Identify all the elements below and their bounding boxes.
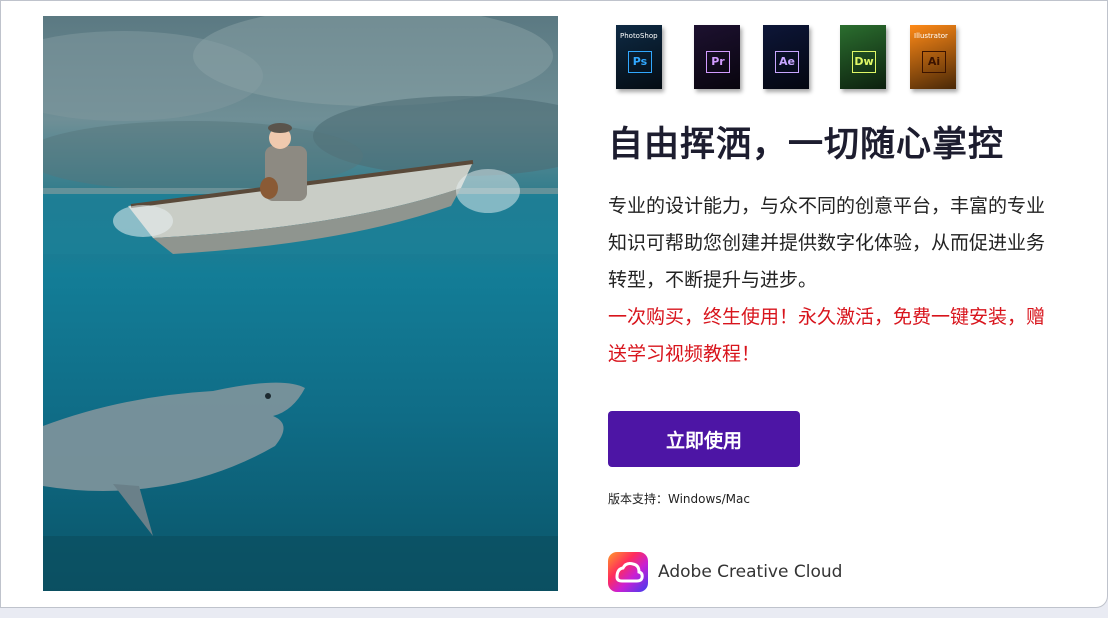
photoshop-box: PhotoShop Ps: [616, 25, 662, 89]
description-text: 专业的设计能力，与众不同的创意平台，丰富的专业知识可帮助您创建并提供数字化体验，…: [608, 195, 1046, 291]
premiere-logo-icon: Pr: [706, 51, 730, 73]
creative-cloud-icon: [608, 552, 648, 592]
illustrator-logo-icon: Ai: [922, 51, 946, 73]
dreamweaver-box: Dw: [840, 25, 886, 89]
hero-illustration: [43, 16, 558, 591]
hero-image: [43, 16, 558, 591]
after-effects-logo-icon: Ae: [775, 51, 799, 73]
brand-label: Adobe Creative Cloud: [658, 562, 843, 582]
product-caption: Illustrator: [914, 32, 948, 40]
illustrator-box: Illustrator Ai: [910, 25, 956, 89]
product-caption: PhotoShop: [620, 32, 658, 40]
promo-text: 一次购买，终生使用！永久激活，免费一键安装，赠送学习视频教程！: [608, 306, 1046, 365]
photoshop-logo-icon: Ps: [628, 51, 652, 73]
premiere-box: Pr: [694, 25, 740, 89]
version-support-text: 版本支持：Windows/Mac: [608, 492, 750, 506]
dreamweaver-logo-icon: Dw: [852, 51, 876, 73]
after-effects-box: Ae: [763, 25, 809, 89]
use-now-button[interactable]: 立即使用: [608, 411, 800, 467]
page-title: 自由挥洒，一切随心掌控: [608, 125, 1005, 165]
